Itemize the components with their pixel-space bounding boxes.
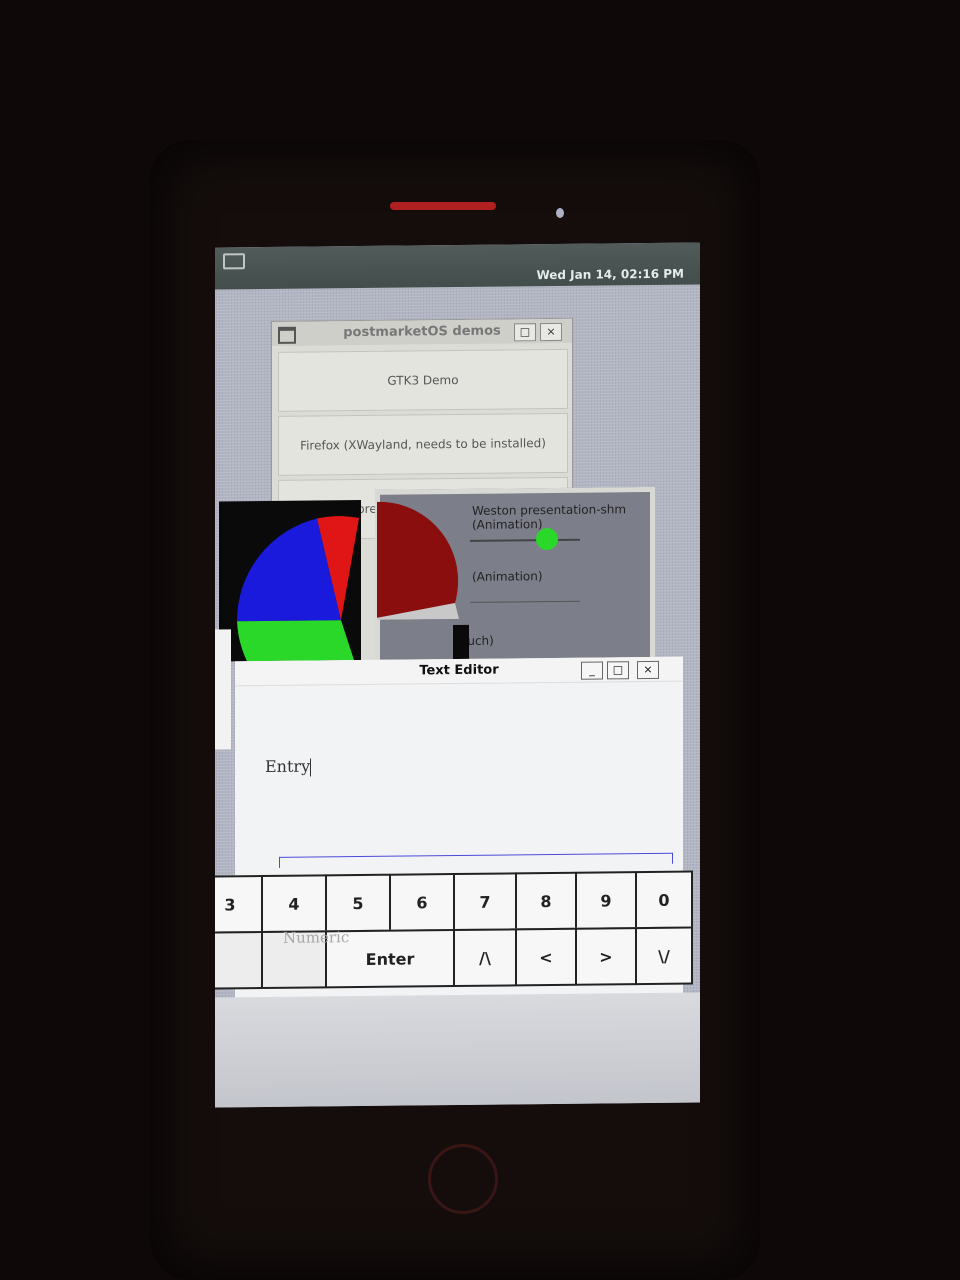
- pie-slice-darkred: [377, 501, 459, 618]
- home-button[interactable]: [428, 1144, 498, 1214]
- on-screen-keyboard: 3 4 5 6 7 8 9 0 Enter /\ < > \/ Numeric: [215, 870, 700, 993]
- demo-item-gtk3[interactable]: GTK3 Demo: [278, 348, 568, 412]
- key-6[interactable]: 6: [389, 873, 455, 932]
- numeric-placeholder: Numeric: [283, 928, 350, 947]
- key-7[interactable]: 7: [453, 872, 517, 932]
- key-3[interactable]: 3: [215, 875, 263, 934]
- pie-slice-green: [237, 620, 354, 662]
- animation-label: Weston presentation-shm (Animation): [472, 502, 627, 532]
- animation-ball: [536, 527, 558, 551]
- status-bar: Wed Jan 14, 02:16 PM: [215, 242, 700, 290]
- text-cursor: [310, 758, 312, 777]
- demo-item-firefox[interactable]: Firefox (XWayland, needs to be installed…: [278, 412, 568, 476]
- maximize-button[interactable]: □: [514, 323, 536, 342]
- animation-label-2: (Animation): [472, 569, 543, 584]
- key-up[interactable]: /\: [453, 928, 517, 988]
- speaker-grille: [390, 202, 496, 210]
- pie-canvas-right: [377, 501, 459, 620]
- animation-slider-track: [470, 538, 580, 542]
- entry-text: Entry: [265, 756, 311, 777]
- text-editor-titlebar[interactable]: Text Editor _ □ ×: [235, 656, 683, 687]
- status-clock: Wed Jan 14, 02:16 PM: [536, 266, 684, 283]
- app-menu-icon[interactable]: [223, 253, 245, 270]
- minimize-button[interactable]: _: [581, 661, 603, 680]
- key-down[interactable]: \/: [635, 926, 693, 986]
- front-camera: [556, 208, 564, 218]
- key-9[interactable]: 9: [575, 871, 637, 930]
- key-5[interactable]: 5: [325, 873, 391, 933]
- key-0[interactable]: 0: [635, 870, 693, 930]
- close-button[interactable]: ×: [540, 322, 562, 342]
- phone-screen: Wed Jan 14, 02:16 PM postmarketOS demos …: [215, 242, 700, 1108]
- divider: [470, 600, 580, 603]
- key-blank-1[interactable]: [215, 931, 263, 990]
- key-4[interactable]: 4: [261, 874, 327, 934]
- maximize-button[interactable]: □: [607, 661, 629, 680]
- numeric-input-frame[interactable]: [279, 852, 673, 868]
- background-strip: [215, 629, 231, 750]
- demos-titlebar[interactable]: postmarketOS demos □ ×: [272, 318, 572, 346]
- entry-input[interactable]: Entry: [265, 753, 645, 785]
- close-button[interactable]: ×: [637, 660, 659, 680]
- key-right[interactable]: >: [575, 927, 637, 986]
- desktop-background: [215, 992, 700, 1108]
- key-8[interactable]: 8: [515, 871, 577, 931]
- pie-canvas: [219, 500, 361, 662]
- key-left[interactable]: <: [515, 927, 577, 987]
